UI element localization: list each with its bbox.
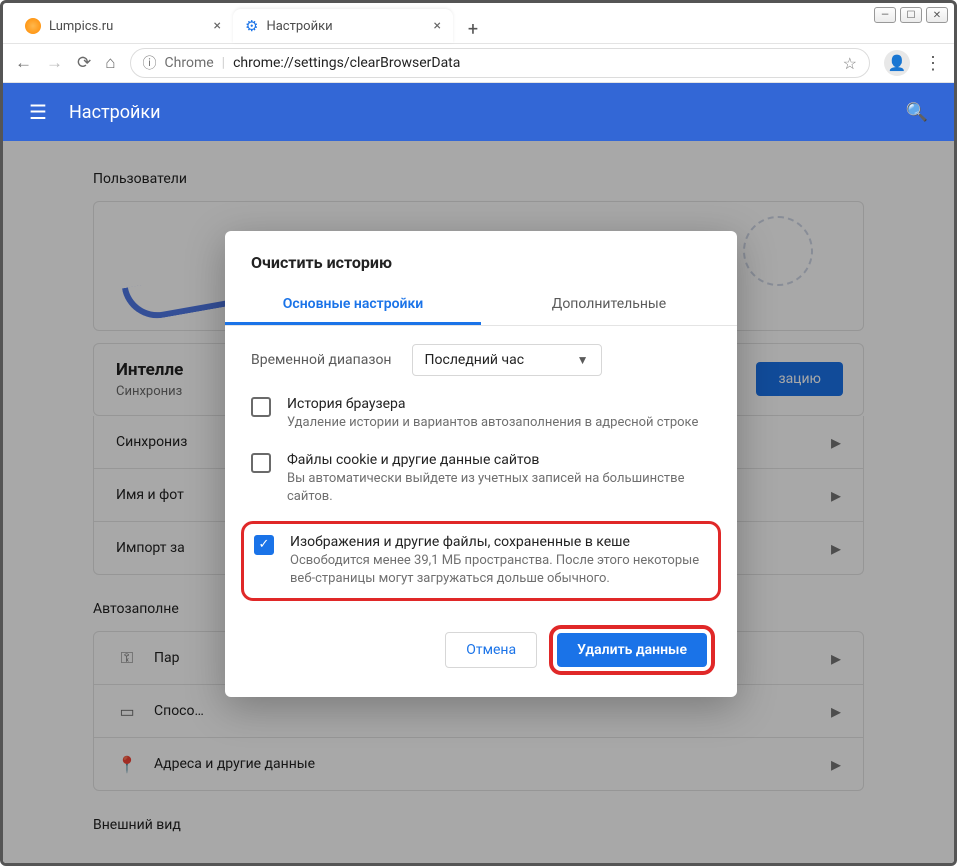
chevron-down-icon: ▼ [577,353,589,367]
checkbox-checked[interactable]: ✓ [254,535,274,555]
close-tab-icon[interactable]: × [214,18,221,34]
tab-strip: Lumpics.ru × ⚙ Настройки × + [3,3,954,43]
tab-lumpics[interactable]: Lumpics.ru × [13,9,233,43]
cancel-button[interactable]: Отмена [445,632,537,668]
menu-icon[interactable]: ⋮ [924,53,942,74]
option-desc: Освободится менее 39,1 МБ пространства. … [290,552,708,588]
minimize-button[interactable]: — [874,7,896,23]
profile-avatar[interactable]: 👤 [884,50,910,76]
checkbox[interactable] [251,397,271,417]
home-icon[interactable]: ⌂ [105,53,115,73]
settings-title: Настройки [69,102,161,123]
reload-icon[interactable]: ⟳ [77,53,91,73]
dialog-title: Очистить историю [225,253,737,286]
option-title: История браузера [287,396,698,412]
clear-data-dialog: Очистить историю Основные настройки Допо… [225,231,737,697]
option-cookies[interactable]: Файлы cookie и другие данные сайтов Вы а… [225,442,737,516]
url-origin: Chrome [165,55,214,71]
site-info-icon[interactable]: ⓘ [143,53,157,73]
tab-settings[interactable]: ⚙ Настройки × [233,9,453,43]
maximize-button[interactable]: ☐ [900,7,922,23]
time-range-select[interactable]: Последний час ▼ [412,344,602,376]
forward-icon[interactable]: → [46,53,63,73]
tab-advanced[interactable]: Дополнительные [481,286,737,325]
option-desc: Вы автоматически выйдете из учетных запи… [287,470,711,506]
time-range-row: Временной диапазон Последний час ▼ [225,326,737,386]
bookmark-icon[interactable]: ☆ [843,54,857,73]
dialog-actions: Отмена Удалить данные [225,605,737,679]
window-controls: — ☐ ✕ [874,7,948,23]
url-path: chrome://settings/clearBrowserData [233,55,460,71]
hamburger-icon[interactable]: ☰ [29,100,47,124]
close-tab-icon[interactable]: × [434,18,441,34]
search-icon[interactable]: 🔍 [906,102,928,123]
tab-title: Lumpics.ru [49,19,113,34]
option-title: Изображения и другие файлы, сохраненные … [290,534,708,550]
highlight-confirm: Удалить данные [549,625,715,675]
settings-app-bar: ☰ Настройки 🔍 [3,83,954,141]
browser-window: — ☐ ✕ Lumpics.ru × ⚙ Настройки × + ← → ⟳… [0,0,957,866]
close-window-button[interactable]: ✕ [926,7,948,23]
clear-data-button[interactable]: Удалить данные [557,633,707,667]
checkbox[interactable] [251,453,271,473]
address-bar[interactable]: ⓘ Chrome | chrome://settings/clearBrowse… [130,48,870,78]
tab-title: Настройки [266,19,332,34]
dialog-tabs: Основные настройки Дополнительные [225,286,737,326]
gear-icon: ⚙ [245,17,258,35]
back-icon[interactable]: ← [15,53,32,73]
favicon-icon [25,18,41,34]
option-history[interactable]: История браузера Удаление истории и вари… [225,386,737,442]
time-range-label: Временной диапазон [251,352,392,368]
toolbar: ← → ⟳ ⌂ ⓘ Chrome | chrome://settings/cle… [3,43,954,83]
option-desc: Удаление истории и вариантов автозаполне… [287,414,698,432]
option-cache[interactable]: ✓ Изображения и другие файлы, сохраненны… [241,521,721,601]
new-tab-button[interactable]: + [459,15,487,43]
option-title: Файлы cookie и другие данные сайтов [287,452,711,468]
tab-basic[interactable]: Основные настройки [225,286,481,325]
